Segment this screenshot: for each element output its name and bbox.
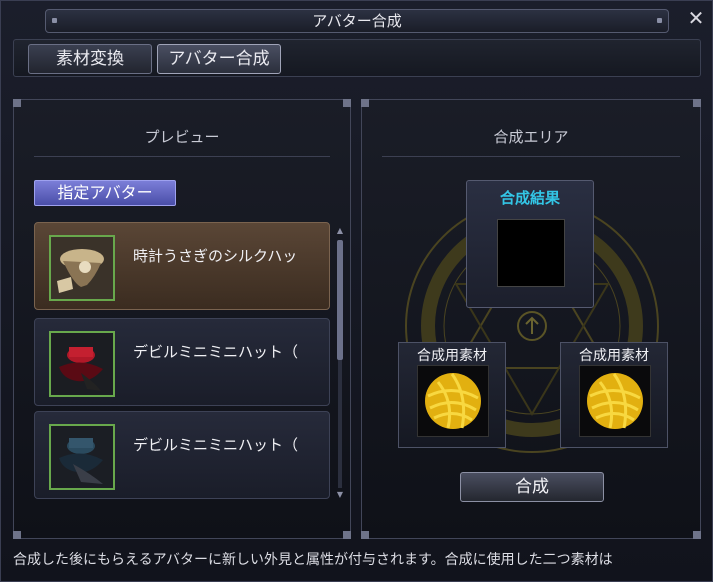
- panel-corner: [343, 99, 351, 107]
- avatar-list-item[interactable]: デビルミニミニハット（: [34, 411, 330, 499]
- avatar-list-item[interactable]: デビルミニミニハット（: [34, 318, 330, 406]
- item-label: デビルミニミニハット（: [133, 343, 299, 361]
- result-slot[interactable]: [497, 219, 565, 287]
- navy-mini-hat-icon: [49, 424, 115, 490]
- panel-corner: [13, 531, 21, 539]
- red-mini-hat-icon: [49, 331, 115, 397]
- close-icon[interactable]: ✕: [685, 7, 707, 29]
- panel-corner: [361, 531, 369, 539]
- footer-description: 合成した後にもらえるアバターに新しい外見と属性が付与されます。合成に使用した二つ…: [13, 552, 613, 568]
- avatar-list-item[interactable]: 時計うさぎのシルクハッ: [34, 222, 330, 310]
- material-slot-right[interactable]: 合成用素材: [560, 342, 668, 448]
- result-title: 合成結果: [499, 189, 560, 207]
- panel-corner: [693, 531, 701, 539]
- tab-material-conversion[interactable]: 素材変換: [28, 44, 152, 74]
- panel-corner: [361, 99, 369, 107]
- title-right-ornament: [657, 18, 662, 23]
- preview-panel: プレビュー 指定アバター 時計うさぎのシルクハッ デビルミニミニハット（ デビル…: [13, 99, 351, 539]
- title-left-ornament: [52, 18, 57, 23]
- result-slot-frame: 合成結果: [466, 180, 594, 308]
- tab-bar: 素材変換 アバター合成: [13, 39, 701, 77]
- material-slot-left[interactable]: 合成用素材: [398, 342, 506, 448]
- yarn-ball-icon: [417, 365, 489, 437]
- preview-header: プレビュー: [144, 128, 220, 146]
- panel-corner: [13, 99, 21, 107]
- synthesis-header: 合成エリア: [493, 128, 569, 146]
- panel-corner: [343, 531, 351, 539]
- tab-avatar-synthesis[interactable]: アバター合成: [157, 44, 281, 74]
- material-title: 合成用素材: [579, 348, 649, 364]
- item-label: デビルミニミニハット（: [133, 436, 299, 454]
- window-title: アバター合成: [312, 12, 402, 30]
- item-label: 時計うさぎのシルクハッ: [133, 247, 298, 265]
- divider: [34, 156, 330, 157]
- designated-avatar-badge: 指定アバター: [34, 180, 176, 206]
- scroll-thumb[interactable]: [337, 240, 343, 360]
- scroll-up-icon[interactable]: ▲: [336, 226, 344, 235]
- silk-hat-icon: [49, 235, 115, 301]
- synthesis-panel: 合成エリア 合成結果 合成用素材 合成用素材 合成: [361, 99, 701, 539]
- scroll-down-icon[interactable]: ▼: [336, 490, 344, 499]
- material-title: 合成用素材: [417, 348, 487, 364]
- divider: [382, 156, 680, 157]
- panel-corner: [693, 99, 701, 107]
- avatar-synthesis-window: アバター合成 ✕ 素材変換 アバター合成 プレビュー 指定アバター 時計うさぎの…: [0, 0, 713, 582]
- title-bar[interactable]: アバター合成: [45, 9, 669, 33]
- list-scrollbar[interactable]: ▲ ▼: [336, 226, 344, 502]
- yarn-ball-icon: [579, 365, 651, 437]
- synthesize-button[interactable]: 合成: [460, 472, 604, 502]
